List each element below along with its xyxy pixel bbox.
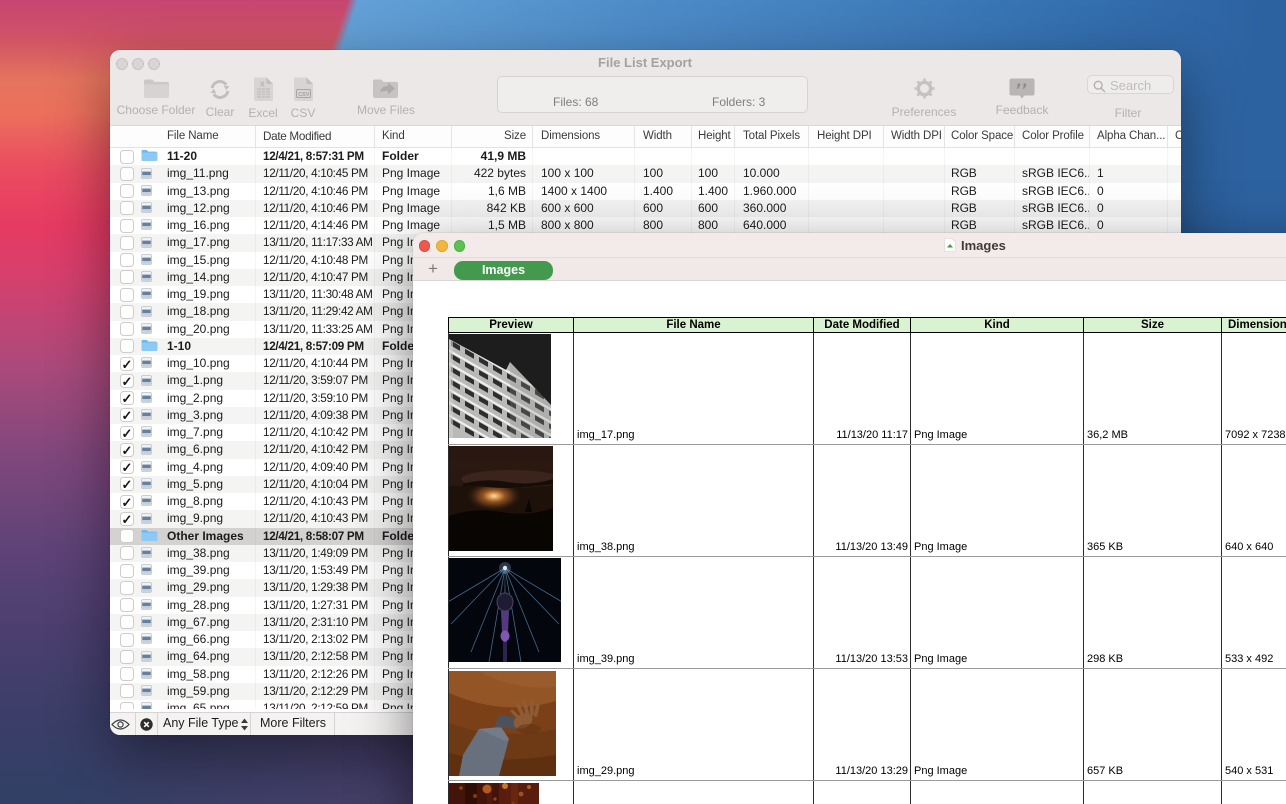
svg-text:CSV: CSV bbox=[298, 92, 310, 98]
svg-text:X: X bbox=[260, 82, 265, 89]
